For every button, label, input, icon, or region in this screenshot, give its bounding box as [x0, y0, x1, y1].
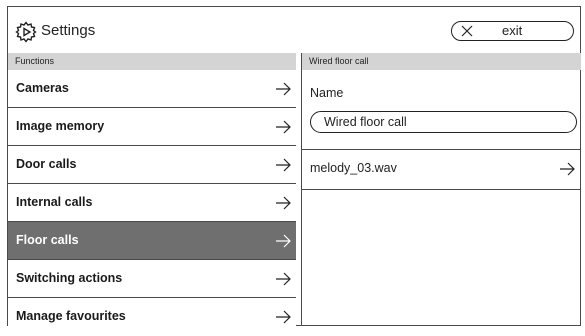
menu-item-label: Switching actions	[16, 271, 123, 285]
arrow-right-icon	[276, 196, 291, 210]
exit-button[interactable]: exit	[451, 21, 574, 41]
settings-icon	[15, 21, 37, 43]
page-title: Settings	[41, 22, 96, 39]
arrow-right-icon	[276, 158, 291, 172]
menu-item-internal-calls[interactable]: Internal calls	[8, 184, 296, 222]
name-input[interactable]	[310, 111, 577, 133]
arrow-right-icon	[276, 234, 291, 248]
arrow-right-icon	[276, 272, 291, 286]
menu-item-cameras[interactable]: Cameras	[8, 70, 296, 108]
arrow-right-icon	[276, 310, 291, 324]
exit-label: exit	[502, 23, 523, 38]
menu-item-label: Cameras	[16, 81, 69, 95]
title-bar: Settings exit	[8, 7, 580, 53]
menu-item-floor-calls[interactable]: Floor calls	[8, 222, 296, 260]
menu-item-label: Manage favourites	[16, 309, 126, 323]
menu-item-manage-favourites[interactable]: Manage favourites	[8, 298, 296, 336]
close-icon	[461, 25, 473, 37]
menu-item-switching-actions[interactable]: Switching actions	[8, 260, 296, 298]
divider	[302, 189, 581, 190]
melody-label: melody_03.wav	[310, 161, 397, 175]
name-label: Name	[310, 86, 344, 100]
menu-item-label: Internal calls	[16, 195, 93, 209]
functions-heading: Functions	[8, 53, 296, 70]
menu-item-label: Floor calls	[16, 233, 79, 247]
menu-item-image-memory[interactable]: Image memory	[8, 108, 296, 146]
menu-item-label: Image memory	[16, 119, 105, 133]
functions-panel: Functions Cameras Image memory Door call…	[8, 53, 296, 336]
detail-panel: Wired floor call Name melody_03.wav	[301, 53, 581, 325]
arrow-right-icon	[276, 82, 291, 96]
melody-row[interactable]: melody_03.wav	[302, 149, 581, 189]
menu-item-door-calls[interactable]: Door calls	[8, 146, 296, 184]
menu-item-label: Door calls	[16, 157, 77, 171]
arrow-right-icon	[560, 162, 575, 176]
detail-heading: Wired floor call	[302, 53, 581, 70]
settings-window: Settings exit Functions Cameras Image me…	[7, 6, 581, 336]
arrow-right-icon	[276, 120, 291, 134]
